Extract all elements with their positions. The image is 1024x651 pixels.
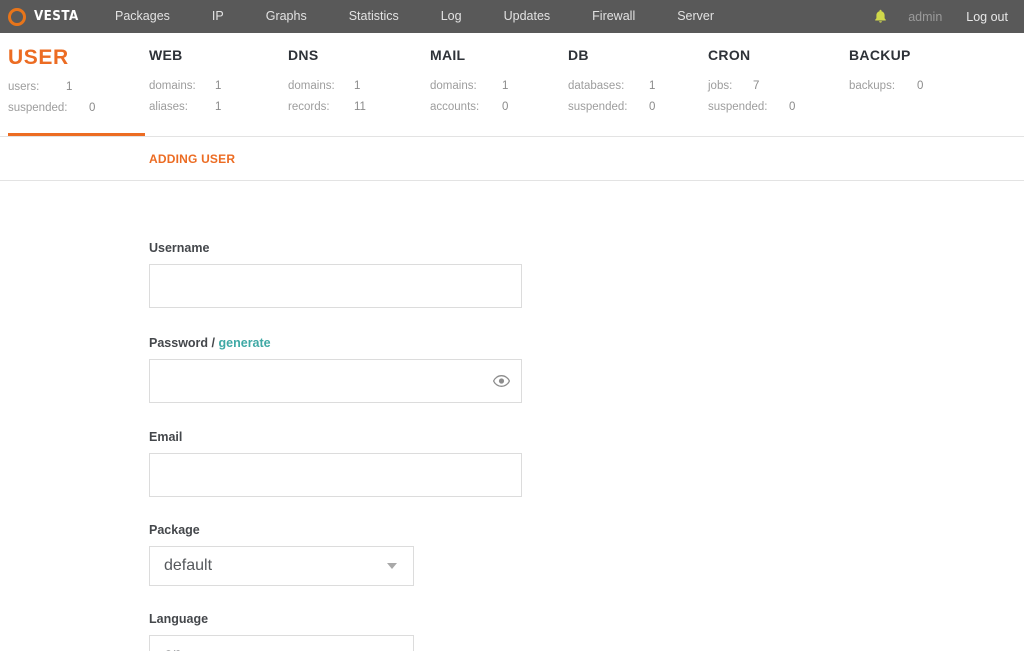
stat-label: suspended: [8,102,68,114]
stat-value: 1 [66,81,73,93]
language-field-group: Language en [149,612,1024,651]
stats-column-db[interactable]: DB databases: 1 suspended: 0 [568,47,655,118]
stat-value: 1 [354,80,361,92]
username-label: Username [149,241,210,255]
nav-item-ip[interactable]: IP [191,0,245,33]
stats-title-db: DB [568,47,589,63]
generate-password-link[interactable]: generate [219,336,271,350]
eye-icon[interactable] [492,372,510,390]
package-label: Package [149,523,200,537]
stat-label: domains: [430,80,477,92]
nav-item-statistics[interactable]: Statistics [328,0,420,33]
nav-item-updates[interactable]: Updates [483,0,572,33]
page-subheader: ADDING USER [0,137,1024,181]
stat-label: jobs: [708,80,733,92]
stat-row: domains: 1 [149,76,221,97]
stat-value: 7 [753,80,760,92]
stat-value: 1 [215,101,222,113]
stat-row: suspended: 0 [568,97,655,118]
password-field-group: Password / generate [149,336,1024,403]
stat-value: 0 [502,101,509,113]
vesta-ring-logo-icon [8,7,26,26]
stat-row: databases: 1 [568,76,655,97]
stat-row: domains: 1 [288,76,366,97]
stat-label: suspended: [708,101,768,113]
password-label: Password / generate [149,336,1024,350]
nav-links: Packages IP Graphs Statistics Log Update… [94,0,735,33]
stat-value: 0 [89,102,96,114]
page-title: ADDING USER [149,151,236,166]
stat-row: suspended: 0 [708,97,795,118]
active-section-underline [8,133,145,136]
stat-value: 1 [649,80,656,92]
language-label: Language [149,612,209,626]
stat-value: 1 [502,80,509,92]
nav-item-packages[interactable]: Packages [94,0,191,33]
stats-column-web[interactable]: WEB domains: 1 aliases: 1 [149,47,221,118]
nav-right-section: admin Log out [870,0,1024,33]
stats-title-dns: DNS [288,47,319,63]
stat-value: 0 [789,101,796,113]
stat-row: records: 11 [288,97,366,118]
stats-title-cron: CRON [708,47,751,63]
notification-bell-icon[interactable] [870,7,890,27]
stats-title-mail: MAIL [430,47,466,63]
stat-label: aliases: [149,101,188,113]
stat-label: databases: [568,80,625,92]
stat-row: aliases: 1 [149,97,221,118]
stat-value: 0 [649,101,656,113]
add-user-form: Username Password / generate Email Packa… [0,181,1024,651]
stat-row: jobs: 7 [708,76,795,97]
nav-item-log[interactable]: Log [420,0,483,33]
stats-column-user[interactable]: USER users: 1 suspended: 0 [8,47,95,119]
package-select[interactable]: default [149,546,414,586]
stats-title-backup: BACKUP [849,47,911,63]
nav-item-firewall[interactable]: Firewall [571,0,656,33]
stat-label: suspended: [568,101,628,113]
password-label-separator: / [211,336,216,350]
stat-value: 1 [215,80,222,92]
password-input[interactable] [149,359,522,403]
username-input[interactable] [149,264,522,308]
stats-summary-bar: USER users: 1 suspended: 0 WEB domains: … [0,33,1024,137]
language-select[interactable]: en [149,635,414,651]
stat-label: backups: [849,80,896,92]
package-selected-value: default [164,557,213,574]
nav-item-server[interactable]: Server [656,0,735,33]
stat-row: backups: 0 [849,76,923,97]
stats-column-dns[interactable]: DNS domains: 1 records: 11 [288,47,366,118]
logout-button[interactable]: Log out [966,10,1008,24]
stat-row: domains: 1 [430,76,508,97]
stat-row: users: 1 [8,77,95,98]
nav-current-user[interactable]: admin [908,10,942,24]
stat-value: 11 [354,101,366,113]
password-input-wrapper [149,359,522,403]
stats-column-backup[interactable]: BACKUP backups: 0 [849,47,923,97]
password-label-text: Password [149,336,209,350]
package-field-group: Package default [149,523,1024,586]
stats-title-web: WEB [149,47,183,63]
stat-label: domains: [149,80,196,92]
chevron-down-icon [387,563,397,569]
email-field-group: Email [149,430,1024,497]
email-field[interactable] [149,453,522,497]
stat-label: accounts: [430,101,480,113]
stat-row: accounts: 0 [430,97,508,118]
stat-label: users: [8,81,40,93]
stat-row: suspended: 0 [8,98,95,119]
top-navigation-bar: VESTA Packages IP Graphs Statistics Log … [0,0,1024,33]
vesta-logo-text: VESTA [33,9,79,24]
email-label: Email [149,430,183,444]
stats-title-user: USER [8,46,69,69]
language-selected-value: en [150,646,182,651]
nav-item-graphs[interactable]: Graphs [245,0,328,33]
stats-column-mail[interactable]: MAIL domains: 1 accounts: 0 [430,47,508,118]
username-field-group: Username [149,241,1024,308]
stats-column-cron[interactable]: CRON jobs: 7 suspended: 0 [708,47,795,118]
stat-label: records: [288,101,330,113]
stat-label: domains: [288,80,335,92]
stat-value: 0 [917,80,924,92]
vesta-logo[interactable]: VESTA [0,7,79,26]
